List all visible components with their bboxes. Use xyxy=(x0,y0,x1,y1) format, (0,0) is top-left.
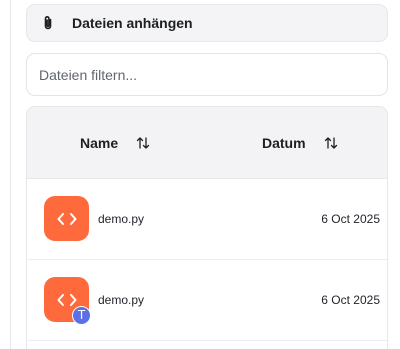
text-badge-icon: T xyxy=(72,306,91,325)
table-header: Name Datum xyxy=(27,107,387,179)
column-header-date-label: Datum xyxy=(262,135,306,151)
panel-divider xyxy=(10,0,11,349)
table-row[interactable]: T demo.py 6 Oct 2025 xyxy=(27,260,387,341)
sort-arrows-icon[interactable] xyxy=(136,136,150,150)
column-header-name[interactable]: Name xyxy=(80,107,150,179)
attach-files-label: Dateien anhängen xyxy=(72,15,193,31)
file-name: demo.py xyxy=(98,293,145,307)
file-date: 6 Oct 2025 xyxy=(321,293,380,307)
file-panel: Dateien anhängen Name Datum xyxy=(0,0,400,349)
file-filter-input[interactable] xyxy=(26,53,388,96)
paperclip-icon xyxy=(41,15,55,31)
sort-arrows-icon[interactable] xyxy=(324,136,338,150)
column-header-name-label: Name xyxy=(80,135,119,151)
table-row[interactable]: demo.py 6 Oct 2025 xyxy=(27,179,387,260)
file-name: demo.py xyxy=(98,212,145,226)
column-header-date[interactable]: Datum xyxy=(262,107,338,179)
file-table: Name Datum demo.py 6 Oct 2025 T demo.py … xyxy=(26,106,388,349)
code-file-icon xyxy=(44,196,89,241)
attach-files-button[interactable]: Dateien anhängen xyxy=(26,4,388,42)
code-file-icon: T xyxy=(44,277,91,325)
file-date: 6 Oct 2025 xyxy=(321,212,380,226)
